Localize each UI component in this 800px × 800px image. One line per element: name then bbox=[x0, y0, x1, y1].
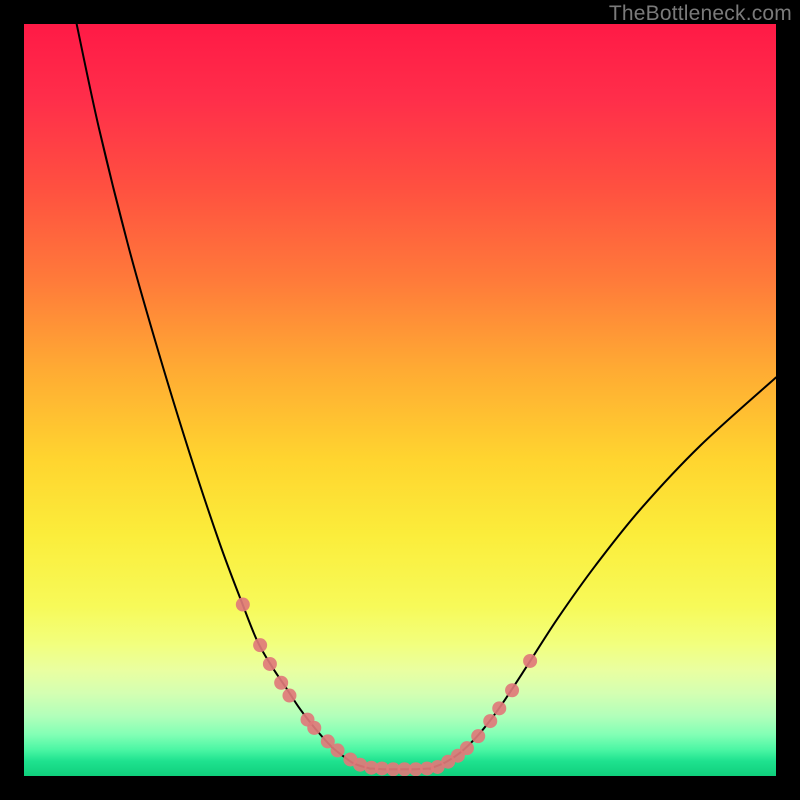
chart-frame: TheBottleneck.com bbox=[0, 0, 800, 800]
bottleneck-curve-path bbox=[77, 24, 776, 769]
curve-layer bbox=[24, 24, 776, 776]
bottleneck-curve bbox=[77, 24, 776, 769]
marker-dot bbox=[274, 676, 288, 690]
marker-dot bbox=[483, 714, 497, 728]
marker-dot bbox=[523, 654, 537, 668]
marker-dot bbox=[253, 638, 267, 652]
marker-dots bbox=[236, 598, 537, 776]
marker-dot bbox=[492, 701, 506, 715]
marker-dot bbox=[236, 598, 250, 612]
marker-dot bbox=[460, 741, 474, 755]
marker-dot bbox=[307, 721, 321, 735]
marker-dot bbox=[263, 657, 277, 671]
marker-dot bbox=[282, 689, 296, 703]
marker-dot bbox=[471, 729, 485, 743]
plot-area bbox=[24, 24, 776, 776]
marker-dot bbox=[331, 743, 345, 757]
watermark-text: TheBottleneck.com bbox=[609, 2, 792, 26]
marker-dot bbox=[505, 683, 519, 697]
